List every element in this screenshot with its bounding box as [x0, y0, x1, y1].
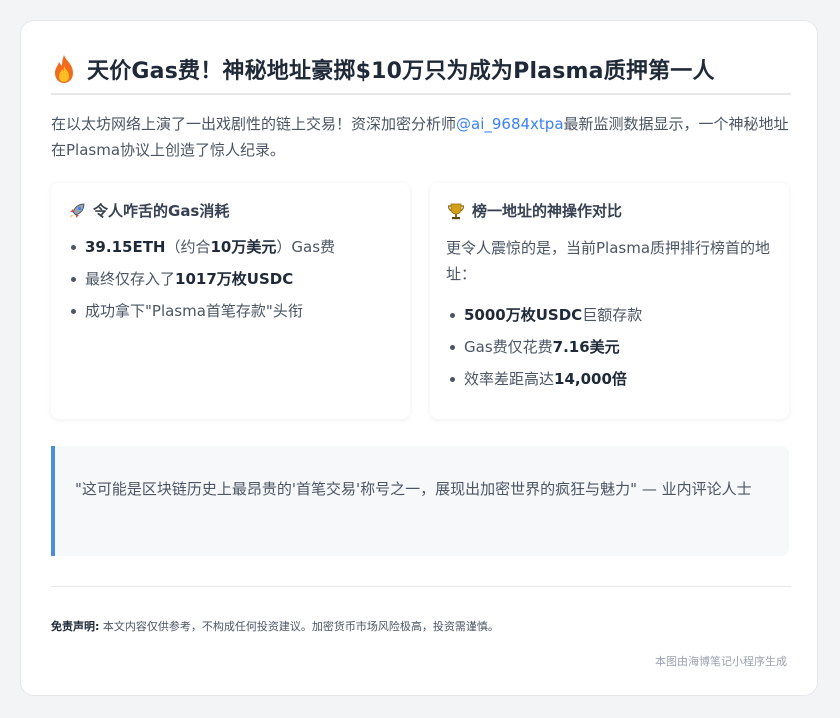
top-box-title: 榜一地址的神操作对比 [472, 202, 623, 220]
header: 天价Gas费！神秘地址豪掷$10万只为成为Plasma质押第一人 [51, 53, 791, 85]
disclaimer-text: 本文内容仅供参考，不构成任何投资建议。加密货币市场风险极高，投资需谨慎。 [99, 620, 499, 633]
gas-points-list: 39.15ETH（约合10万美元）Gas费 最终仅存入了1017万枚USDC 成… [71, 237, 335, 333]
list-item: 5000万枚USDC巨额存款 [450, 305, 642, 337]
top-box-text: 更令人震惊的是，当前Plasma质押排行榜首的地址： [446, 239, 771, 283]
gas-box-title: 令人咋舌的Gas消耗 [93, 202, 230, 220]
intro-text-before: 在以太坊网络上演了一出戏剧性的链上交易！资深加密分析师 [51, 115, 457, 133]
top-box-heading: 榜一地址的神操作对比 [446, 200, 622, 221]
page-title: 天价Gas费！神秘地址豪掷$10万只为成为Plasma质押第一人 [87, 59, 715, 84]
title-divider [51, 93, 791, 95]
disclaimer: 免责声明: 本文内容仅供参考，不构成任何投资建议。加密货币市场风险极高，投资需谨… [51, 618, 791, 634]
top-address-box: 榜一地址的神操作对比 更令人震惊的是，当前Plasma质押排行榜首的地址： 50… [430, 183, 789, 419]
top-points-list: 5000万枚USDC巨额存款 Gas费仅花费7.16美元 效率差距高达14,00… [450, 305, 642, 401]
quote-block: "这可能是区块链历史上最昂贵的'首笔交易'称号之一，展现出加密世界的疯狂与魅力"… [51, 446, 789, 556]
rocket-icon [70, 203, 85, 218]
article-card: 天价Gas费！神秘地址豪掷$10万只为成为Plasma质押第一人 在以太坊网络上… [20, 20, 818, 696]
intro-paragraph: 在以太坊网络上演了一出戏剧性的链上交易！资深加密分析师@ai_9684xtpa最… [51, 111, 791, 163]
list-item: 最终仅存入了1017万枚USDC [71, 269, 335, 301]
list-item: 效率差距高达14,000倍 [450, 369, 642, 401]
credit-text: 本图由海博笔记小程序生成 [655, 655, 787, 668]
list-item: 39.15ETH（约合10万美元）Gas费 [71, 237, 335, 269]
gas-box-heading: 令人咋舌的Gas消耗 [67, 200, 229, 221]
disclaimer-label: 免责声明: [51, 620, 100, 633]
analyst-handle-link[interactable]: @ai_9684xtpa [456, 115, 564, 133]
trophy-icon [447, 203, 465, 219]
list-item: 成功拿下"Plasma首笔存款"头衔 [71, 301, 335, 333]
fire-icon [55, 55, 73, 83]
footer-divider [51, 586, 791, 587]
gas-cost-box: 令人咋舌的Gas消耗 39.15ETH（约合10万美元）Gas费 最终仅存入了1… [51, 183, 410, 419]
list-item: Gas费仅花费7.16美元 [450, 337, 642, 369]
